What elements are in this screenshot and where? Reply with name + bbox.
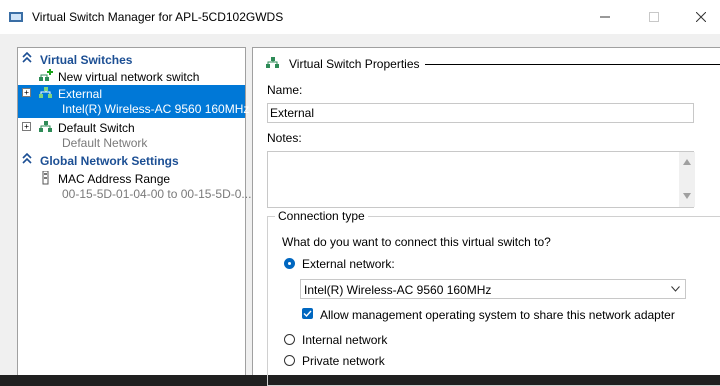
connection-question: What do you want to connect this virtual… — [282, 235, 551, 249]
private-network-radio[interactable] — [284, 355, 295, 366]
maximize-icon — [649, 12, 659, 22]
new-switch-label: New virtual network switch — [58, 70, 200, 84]
allow-management-label[interactable]: Allow management operating system to sha… — [320, 308, 675, 322]
expand-icon[interactable]: + — [22, 122, 31, 131]
notes-label: Notes: — [267, 131, 302, 145]
new-switch-item[interactable]: New virtual network switch — [18, 68, 245, 85]
network-switch-icon — [266, 57, 279, 68]
notes-field[interactable] — [267, 151, 694, 208]
scroll-down-icon[interactable] — [683, 193, 691, 199]
switch-adapter: Intel(R) Wireless-AC 9560 160MHz — [62, 102, 250, 116]
switch-name: External — [58, 87, 103, 101]
global-network-settings-header[interactable]: Global Network Settings — [18, 152, 245, 169]
mac-address-range-item[interactable]: MAC Address Range 00-15-5D-01-04-00 to 0… — [18, 170, 251, 203]
network-switch-icon — [39, 121, 52, 132]
switch-item-external[interactable]: + External Intel(R) Wireless-AC 9560 160… — [18, 85, 249, 118]
title-bar: Virtual Switch Manager for APL-5CD102GWD… — [0, 0, 720, 34]
global-network-settings-label: Global Network Settings — [40, 154, 179, 168]
minimize-button[interactable] — [582, 0, 628, 34]
switch-tree: Virtual Switches New virtual network swi… — [17, 47, 251, 375]
mac-address-label: MAC Address Range — [58, 172, 171, 186]
checkmark-icon — [303, 310, 312, 318]
virtual-switch-manager-window: Virtual Switch Manager for APL-5CD102GWD… — [0, 0, 720, 386]
properties-pane: Virtual Switch Properties Name: External… — [252, 47, 720, 386]
new-switch-icon — [39, 69, 53, 81]
external-network-label[interactable]: External network: — [302, 257, 395, 271]
mac-address-icon — [42, 171, 49, 185]
private-network-label[interactable]: Private network — [302, 354, 385, 368]
internal-network-radio[interactable] — [284, 334, 295, 345]
scroll-up-icon[interactable] — [683, 159, 691, 165]
external-adapter-select[interactable]: Intel(R) Wireless-AC 9560 160MHz — [300, 279, 686, 299]
external-network-radio[interactable] — [284, 258, 295, 269]
network-switch-icon — [39, 87, 52, 98]
collapse-chevron-icon — [22, 52, 32, 63]
expand-icon[interactable]: + — [22, 88, 31, 97]
close-icon — [696, 12, 706, 22]
notes-scrollbar[interactable] — [679, 152, 695, 207]
name-field[interactable]: External — [267, 103, 694, 123]
external-adapter-value: Intel(R) Wireless-AC 9560 160MHz — [304, 283, 492, 297]
mac-address-value: 00-15-5D-01-04-00 to 00-15-5D-0... — [62, 187, 252, 201]
app-icon — [9, 12, 23, 22]
close-button[interactable] — [678, 0, 720, 34]
maximize-button[interactable] — [631, 0, 677, 34]
switch-name: Default Switch — [58, 121, 135, 135]
chevron-down-icon — [671, 286, 680, 292]
connection-type-group: Connection type What do you want to conn… — [267, 209, 720, 386]
header-divider — [425, 64, 720, 65]
allow-management-checkbox[interactable] — [302, 308, 313, 319]
internal-network-label[interactable]: Internal network — [302, 333, 387, 347]
virtual-switches-label: Virtual Switches — [40, 53, 133, 67]
window-title: Virtual Switch Manager for APL-5CD102GWD… — [32, 10, 284, 24]
properties-header: Virtual Switch Properties — [265, 56, 720, 72]
switch-adapter: Default Network — [62, 136, 148, 150]
collapse-chevron-icon — [22, 153, 32, 164]
virtual-switches-header[interactable]: Virtual Switches — [18, 51, 245, 68]
properties-title: Virtual Switch Properties — [289, 57, 420, 71]
name-label: Name: — [267, 83, 303, 97]
connection-type-title: Connection type — [275, 209, 368, 223]
minimize-icon — [600, 16, 610, 18]
switch-item-default[interactable]: + Default Switch Default Network — [18, 119, 245, 152]
